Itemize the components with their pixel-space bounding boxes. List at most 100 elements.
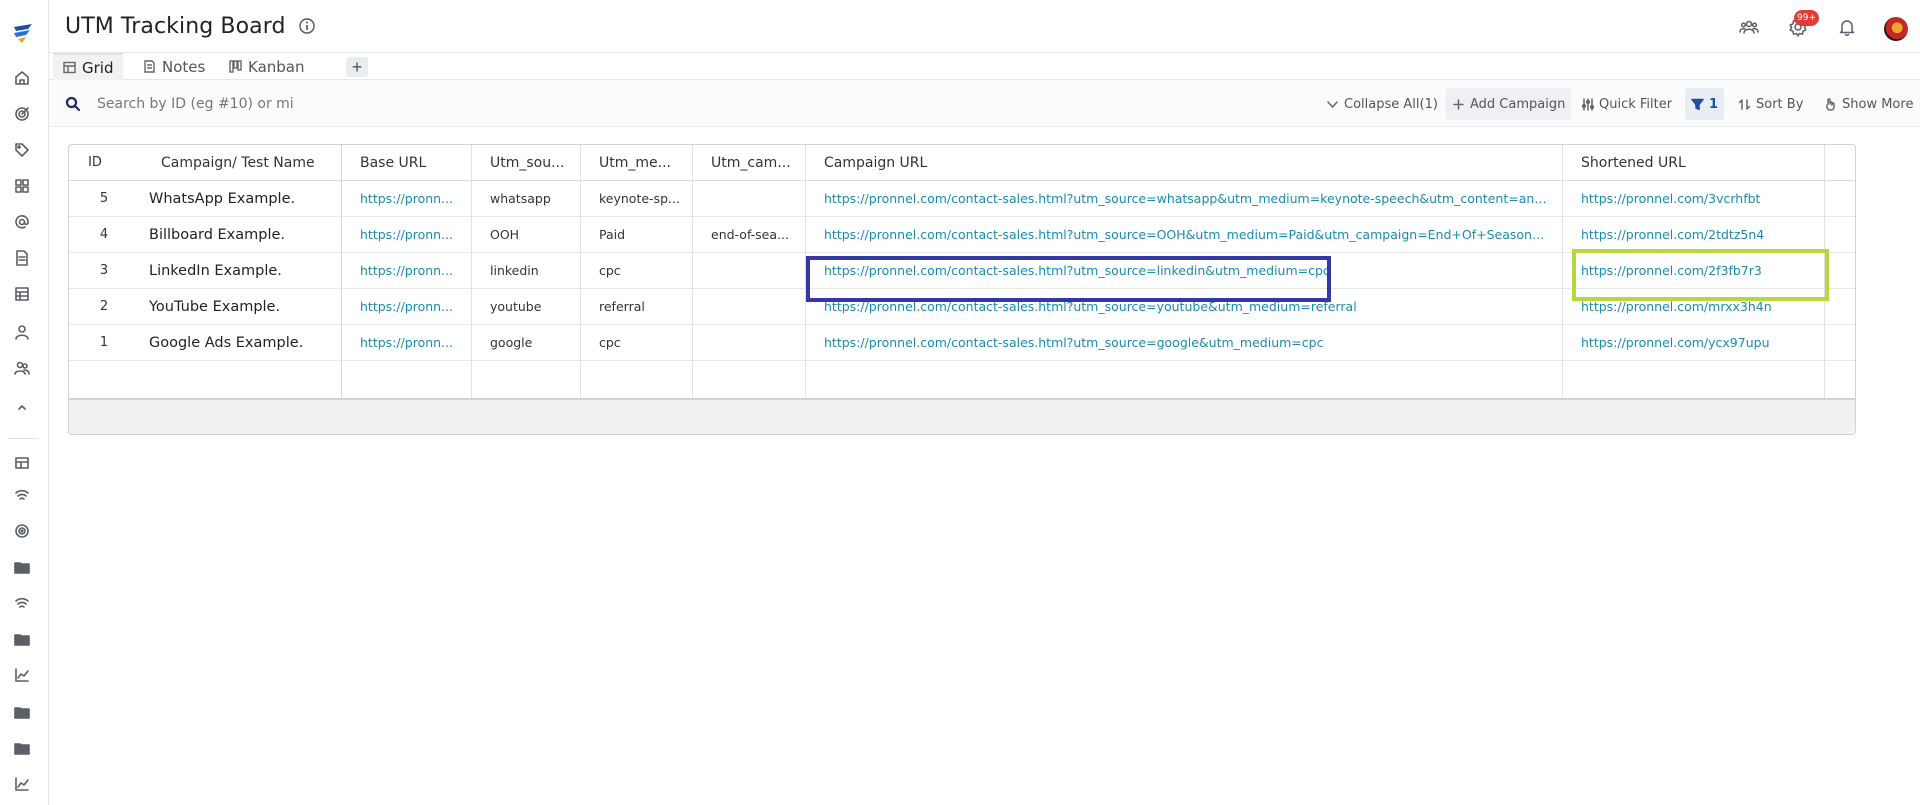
folder-icon[interactable] xyxy=(12,557,32,577)
base-url-text: https://pronn... xyxy=(360,191,454,206)
utm-medium-value[interactable]: Paid xyxy=(599,217,689,252)
utm-medium-value[interactable]: keynote-sp... xyxy=(599,181,689,216)
utm-medium-value[interactable]: referral xyxy=(599,289,689,324)
campaign-name[interactable]: LinkedIn Example. xyxy=(149,253,339,288)
show-more-label: Show More xyxy=(1842,96,1914,112)
base-url-link[interactable]: https://pronn... xyxy=(360,181,468,216)
table-icon[interactable] xyxy=(12,453,32,473)
avatar[interactable] xyxy=(1884,17,1908,41)
base-url-text: https://pronn... xyxy=(360,299,454,314)
plus-icon xyxy=(1453,98,1464,110)
tab-label: Kanban xyxy=(248,57,305,76)
radar-icon[interactable] xyxy=(12,521,32,541)
campaign-url-link[interactable]: https://pronnel.com/contact-sales.html?u… xyxy=(824,325,1554,360)
sliders-icon xyxy=(1581,97,1594,111)
utm-source-value[interactable]: OOH xyxy=(490,217,576,252)
empty-row[interactable] xyxy=(69,361,1855,399)
utm-campaign-value[interactable] xyxy=(711,289,803,324)
base-url-link[interactable]: https://pronn... xyxy=(360,325,468,360)
sidebar-divider xyxy=(8,438,38,439)
show-more-button[interactable]: Show More xyxy=(1818,88,1919,120)
wifi-icon[interactable] xyxy=(12,485,32,505)
utm-medium-value[interactable]: cpc xyxy=(599,253,689,288)
user-icon[interactable] xyxy=(12,322,32,342)
shortened-url-link[interactable]: https://pronnel.com/ycx97upu xyxy=(1581,325,1821,360)
folder-icon[interactable] xyxy=(12,629,32,649)
target-icon[interactable] xyxy=(12,104,32,124)
folder-icon[interactable] xyxy=(12,702,32,722)
utm-source-value[interactable]: linkedin xyxy=(490,253,576,288)
campaign-url-link[interactable]: https://pronnel.com/contact-sales.html?u… xyxy=(824,217,1554,252)
base-url-text: https://pronn... xyxy=(360,263,454,278)
tab-grid[interactable]: Grid xyxy=(53,53,124,80)
shortened-url-link[interactable]: https://pronnel.com/3vcrhfbt xyxy=(1581,181,1821,216)
wifi-icon[interactable] xyxy=(12,593,32,613)
column-header-shortened-url[interactable]: Shortened URL xyxy=(1581,145,1821,180)
column-header-utm-source[interactable]: Utm_sou... xyxy=(490,145,586,180)
grid-footer xyxy=(69,399,1855,434)
quick-filter-button[interactable]: Quick Filter xyxy=(1575,88,1678,120)
table-row[interactable]: 5 WhatsApp Example. https://pronn... wha… xyxy=(69,181,1855,217)
chart-icon[interactable] xyxy=(12,774,32,794)
at-icon[interactable] xyxy=(12,212,32,232)
table-row[interactable]: 4 Billboard Example. https://pronn... OO… xyxy=(69,217,1855,253)
chart-icon[interactable] xyxy=(12,665,32,685)
shortened-url-link[interactable]: https://pronnel.com/2tdtz5n4 xyxy=(1581,217,1821,252)
add-view-button[interactable]: + xyxy=(346,57,368,77)
info-icon[interactable] xyxy=(298,17,316,35)
utm-source-value[interactable]: youtube xyxy=(490,289,576,324)
sort-by-button[interactable]: Sort By xyxy=(1732,88,1809,120)
campaign-name[interactable]: YouTube Example. xyxy=(149,289,339,324)
campaign-url-text: https://pronnel.com/contact-sales.html?u… xyxy=(824,191,1554,206)
search-input[interactable] xyxy=(97,92,517,116)
campaign-name[interactable]: WhatsApp Example. xyxy=(149,181,339,216)
base-url-link[interactable]: https://pronn... xyxy=(360,289,468,324)
column-header-campaign-url[interactable]: Campaign URL xyxy=(824,145,1424,180)
page-title: UTM Tracking Board xyxy=(65,14,286,39)
logo-icon[interactable] xyxy=(10,20,36,46)
utm-source-value[interactable]: google xyxy=(490,325,576,360)
campaign-url-link[interactable]: https://pronnel.com/contact-sales.html?u… xyxy=(824,181,1554,216)
table-row[interactable]: 1 Google Ads Example. https://pronn... g… xyxy=(69,325,1855,361)
document-icon[interactable] xyxy=(12,248,32,268)
utm-source-value[interactable]: whatsapp xyxy=(490,181,576,216)
chevron-up-icon[interactable] xyxy=(12,397,32,417)
utm-campaign-value[interactable] xyxy=(711,325,803,360)
collapse-all-button[interactable]: Collapse All(1) xyxy=(1320,88,1444,120)
quick-filter-label: Quick Filter xyxy=(1599,96,1673,112)
tab-notes[interactable]: Notes xyxy=(133,53,215,80)
utm-campaign-value[interactable] xyxy=(711,253,803,288)
column-header-name[interactable]: Campaign/ Test Name xyxy=(161,145,341,180)
folder-icon[interactable] xyxy=(12,738,32,758)
campaign-name[interactable]: Billboard Example. xyxy=(149,217,339,252)
search-icon xyxy=(65,96,81,112)
add-campaign-button[interactable]: Add Campaign xyxy=(1446,88,1572,120)
column-header-id[interactable]: ID xyxy=(69,145,121,180)
column-header-base-url[interactable]: Base URL xyxy=(360,145,470,180)
row-id: 1 xyxy=(99,335,109,350)
grid-icon[interactable] xyxy=(12,176,32,196)
home-icon[interactable] xyxy=(12,68,32,88)
bell-icon[interactable] xyxy=(1837,17,1857,37)
add-campaign-label: Add Campaign xyxy=(1470,96,1566,112)
base-url-link[interactable]: https://pronn... xyxy=(360,253,468,288)
campaign-url-text: https://pronnel.com/contact-sales.html?u… xyxy=(824,335,1324,350)
utm-campaign-value[interactable]: end-of-sea... xyxy=(711,217,803,252)
campaign-url-text: https://pronnel.com/contact-sales.html?u… xyxy=(824,227,1554,242)
users-icon[interactable] xyxy=(12,358,32,378)
column-header-utm-medium[interactable]: Utm_me... xyxy=(599,145,695,180)
utm-medium-value[interactable]: cpc xyxy=(599,325,689,360)
sidebar xyxy=(0,0,49,805)
table-icon xyxy=(63,61,76,74)
board-icon[interactable] xyxy=(12,284,32,304)
tag-icon[interactable] xyxy=(12,140,32,160)
tab-kanban[interactable]: Kanban xyxy=(219,53,315,80)
campaign-name[interactable]: Google Ads Example. xyxy=(149,325,339,360)
filter-button[interactable]: 1 xyxy=(1685,88,1725,120)
team-icon[interactable] xyxy=(1739,17,1759,37)
utm-campaign-value[interactable] xyxy=(711,181,803,216)
base-url-link[interactable]: https://pronn... xyxy=(360,217,468,252)
column-header-utm-campaign[interactable]: Utm_cam... xyxy=(711,145,807,180)
row-id: 2 xyxy=(99,299,109,314)
base-url-text: https://pronn... xyxy=(360,335,454,350)
